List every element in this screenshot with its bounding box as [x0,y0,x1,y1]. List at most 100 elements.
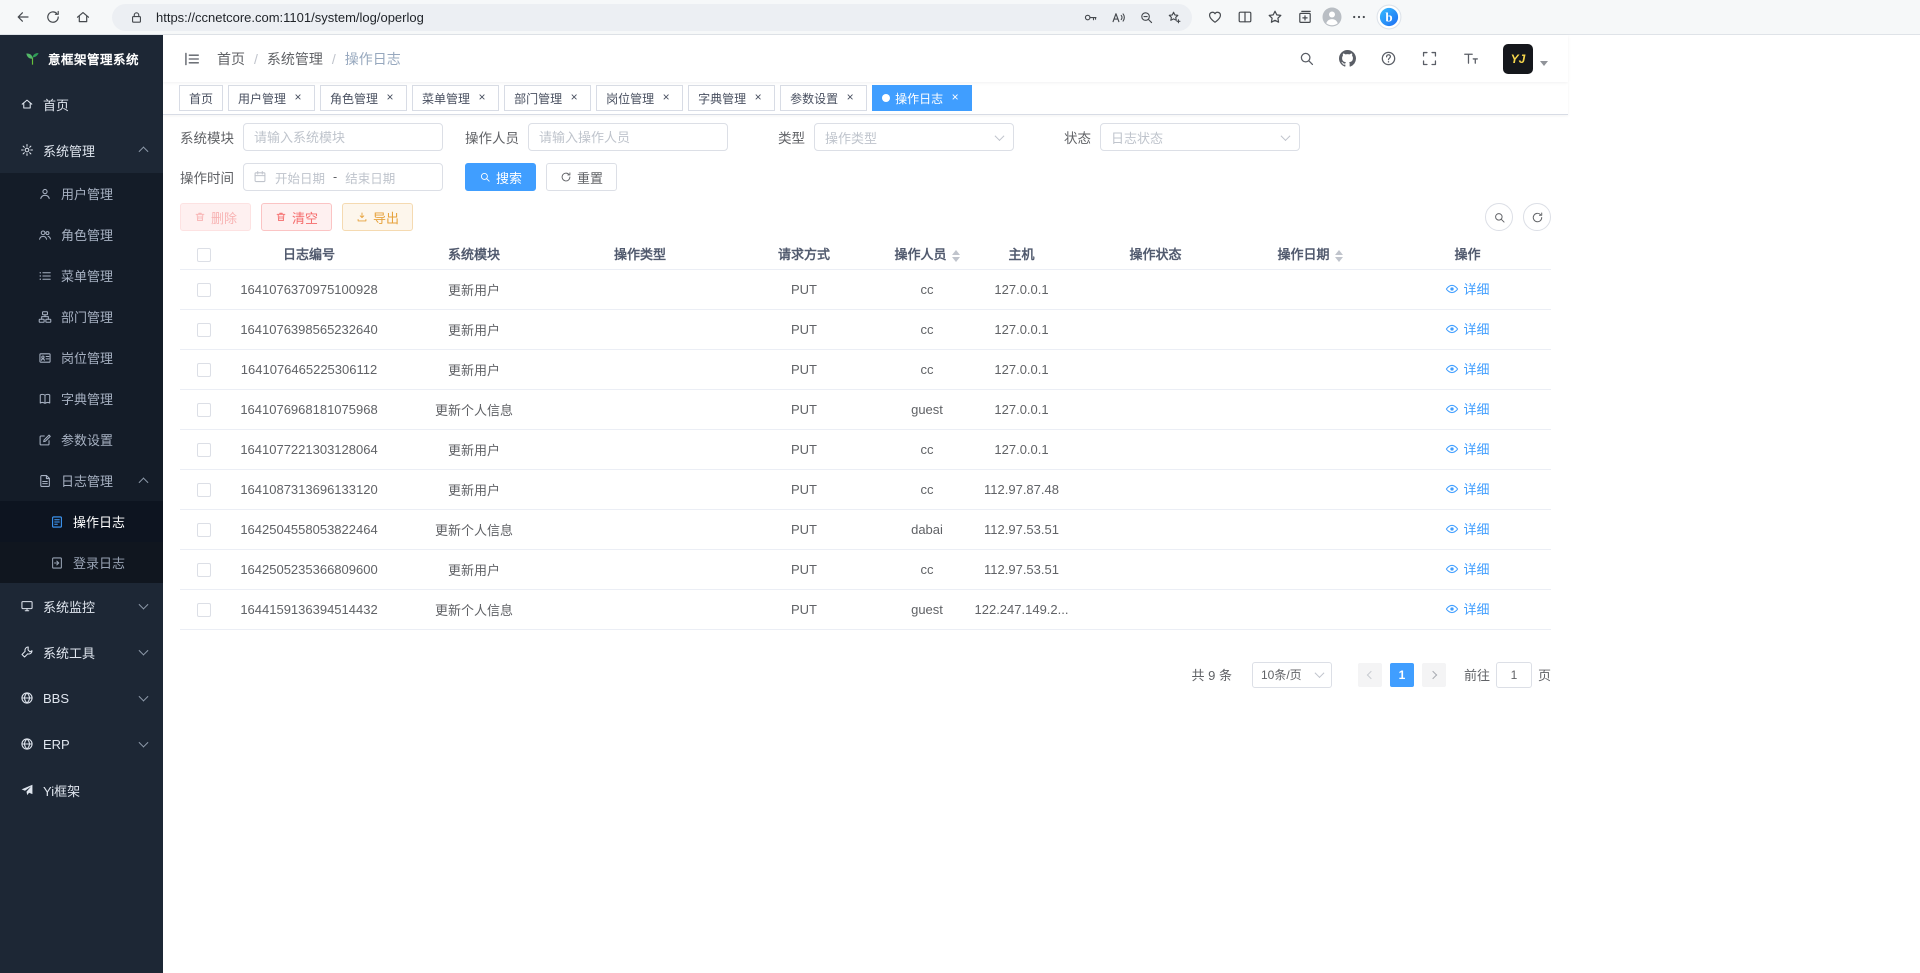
page-number-button[interactable]: 1 [1390,663,1414,687]
column-operator[interactable]: 操作人员 [886,239,968,269]
sidebar-item-param-settings[interactable]: 参数设置 [0,419,163,460]
sidebar-item-bbs[interactable]: BBS [0,675,163,721]
avatar[interactable]: YJ [1503,44,1533,74]
browser-refresh-button[interactable] [38,2,68,32]
tab-param-settings[interactable]: 参数设置× [780,85,867,111]
detail-link[interactable]: 详细 [1445,479,1489,498]
tab-oper-log[interactable]: 操作日志× [872,85,972,111]
app-logo[interactable]: 意框架管理系统 [0,35,163,81]
user-avatar-menu[interactable]: YJ [1503,44,1548,74]
close-icon[interactable]: × [751,91,765,105]
sidebar-item-role-mgmt[interactable]: 角色管理 [0,214,163,255]
refresh-table-button[interactable] [1523,203,1551,231]
next-page-button[interactable] [1422,663,1446,687]
favorites-button[interactable] [1260,2,1290,32]
tab-home[interactable]: 首页 [179,85,223,111]
close-icon[interactable]: × [475,91,489,105]
export-button[interactable]: 导出 [342,203,413,231]
detail-link[interactable]: 详细 [1445,279,1489,298]
add-favorite-icon[interactable] [1162,5,1186,29]
select-all-checkbox[interactable] [197,248,211,262]
close-icon[interactable]: × [948,91,962,105]
browser-profile-avatar[interactable] [1320,5,1344,29]
goto-page-input[interactable] [1496,662,1532,688]
prev-page-button[interactable] [1358,663,1382,687]
browser-more-button[interactable] [1344,2,1374,32]
detail-link[interactable]: 详细 [1445,519,1489,538]
sidebar-item-system-mgmt[interactable]: 系统管理 [0,127,163,173]
tab-menu-mgmt[interactable]: 菜单管理× [412,85,499,111]
row-checkbox[interactable] [197,283,211,297]
sidebar-item-oper-log[interactable]: 操作日志 [0,501,163,542]
copilot-bing-icon[interactable]: b [1376,4,1402,30]
split-screen-button[interactable] [1230,2,1260,32]
row-checkbox[interactable] [197,563,211,577]
sidebar-item-user-mgmt[interactable]: 用户管理 [0,173,163,214]
site-lock-icon[interactable] [124,5,148,29]
close-icon[interactable]: × [383,91,397,105]
status-select[interactable]: 日志状态 [1100,123,1300,151]
detail-link[interactable]: 详细 [1445,359,1489,378]
address-bar[interactable]: https://ccnetcore.com:1101/system/log/op… [112,4,1192,31]
detail-link[interactable]: 详细 [1445,399,1489,418]
sidebar-item-menu-mgmt[interactable]: 菜单管理 [0,255,163,296]
tab-role-mgmt[interactable]: 角色管理× [320,85,407,111]
tab-dict-mgmt[interactable]: 字典管理× [688,85,775,111]
tab-user-mgmt[interactable]: 用户管理× [228,85,315,111]
detail-link[interactable]: 详细 [1445,439,1489,458]
help-icon[interactable] [1380,50,1397,67]
sidebar-item-dict-mgmt[interactable]: 字典管理 [0,378,163,419]
font-size-icon[interactable] [1462,50,1479,67]
type-select[interactable]: 操作类型 [814,123,1014,151]
row-checkbox[interactable] [197,403,211,417]
header-search-icon[interactable] [1298,50,1315,67]
github-icon[interactable] [1339,50,1356,67]
fullscreen-icon[interactable] [1421,50,1438,67]
delete-button[interactable]: 删除 [180,203,251,231]
close-icon[interactable]: × [291,91,305,105]
detail-link[interactable]: 详细 [1445,559,1489,578]
sort-icon[interactable] [952,250,960,262]
tab-dept-mgmt[interactable]: 部门管理× [504,85,591,111]
page-size-select[interactable]: 10条/页 [1252,662,1332,688]
read-aloud-icon[interactable] [1106,5,1130,29]
close-icon[interactable]: × [843,91,857,105]
row-checkbox[interactable] [197,523,211,537]
module-input[interactable] [243,123,443,151]
url-text[interactable]: https://ccnetcore.com:1101/system/log/op… [156,10,1074,25]
breadcrumb-home[interactable]: 首页 [217,49,245,69]
column-date[interactable]: 操作日期 [1236,239,1384,269]
password-key-icon[interactable] [1078,5,1102,29]
browser-essentials-button[interactable] [1200,2,1230,32]
sidebar-item-login-log[interactable]: 登录日志 [0,542,163,583]
sidebar-item-dept-mgmt[interactable]: 部门管理 [0,296,163,337]
sidebar-toggle-icon[interactable] [183,50,201,68]
operator-input[interactable] [528,123,728,151]
search-button[interactable]: 搜索 [465,163,536,191]
browser-home-button[interactable] [68,2,98,32]
sort-icon[interactable] [1335,250,1343,262]
sidebar-item-system-monitor[interactable]: 系统监控 [0,583,163,629]
collections-button[interactable] [1290,2,1320,32]
clear-button[interactable]: 清空 [261,203,332,231]
sidebar-item-log-mgmt[interactable]: 日志管理 [0,460,163,501]
row-checkbox[interactable] [197,323,211,337]
date-range-picker[interactable]: 开始日期 - 结束日期 [243,163,443,191]
row-checkbox[interactable] [197,363,211,377]
sidebar-item-home[interactable]: 首页 [0,81,163,127]
reset-button[interactable]: 重置 [546,163,617,191]
detail-link[interactable]: 详细 [1445,599,1489,618]
detail-link[interactable]: 详细 [1445,319,1489,338]
toggle-search-button[interactable] [1485,203,1513,231]
breadcrumb-system-mgmt[interactable]: 系统管理 [267,49,323,69]
close-icon[interactable]: × [567,91,581,105]
sidebar-item-system-tools[interactable]: 系统工具 [0,629,163,675]
tab-post-mgmt[interactable]: 岗位管理× [596,85,683,111]
browser-back-button[interactable] [8,2,38,32]
zoom-out-icon[interactable] [1134,5,1158,29]
sidebar-item-post-mgmt[interactable]: 岗位管理 [0,337,163,378]
close-icon[interactable]: × [659,91,673,105]
row-checkbox[interactable] [197,483,211,497]
sidebar-item-erp[interactable]: ERP [0,721,163,767]
row-checkbox[interactable] [197,443,211,457]
